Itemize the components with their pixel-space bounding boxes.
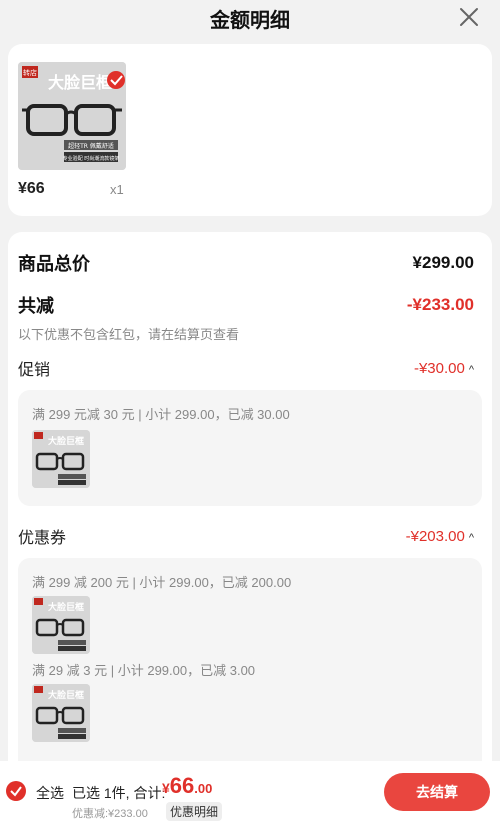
coupon-product-thumb: 大脸巨框 xyxy=(32,684,90,742)
select-all-label[interactable]: 全选 xyxy=(36,783,64,803)
discount-row: 共减 -¥233.00 xyxy=(18,292,474,318)
total-amount: ¥66.00 xyxy=(162,773,212,799)
bottom-bar: 全选 已选 1件, 合计: ¥66.00 优惠减:¥233.00 优惠明细 去结… xyxy=(0,761,500,825)
check-icon xyxy=(10,786,22,797)
total-yen: ¥ xyxy=(162,780,170,796)
svg-text:大脸巨框: 大脸巨框 xyxy=(48,435,84,447)
product-qty: x1 xyxy=(110,182,124,197)
svg-text:大脸巨框: 大脸巨框 xyxy=(48,601,84,613)
product-tag-2: 专业验配 时尚潮流款镜架 xyxy=(63,155,120,162)
total-value: ¥299.00 xyxy=(412,253,474,272)
total-label: 商品总价 xyxy=(18,254,90,274)
page-title: 金额明细 xyxy=(210,10,290,32)
promotion-label: 促销 xyxy=(18,362,51,379)
discount-label: 共减 xyxy=(18,296,54,316)
coupon-detail: 满 299 减 200 元 | 小计 299.00，已减 200.00 大脸巨框… xyxy=(18,558,482,788)
product-banner: 大脸巨框 xyxy=(48,73,112,92)
coupon-row[interactable]: 优惠券 -¥203.00 ^ xyxy=(18,524,474,548)
selected-count: 已选 1件, 合计: xyxy=(72,785,166,801)
discount-note: 以下优惠不包含红包，请在结算页查看 xyxy=(18,327,240,342)
header: 金额明细 xyxy=(0,0,500,36)
promotion-product-thumb: 大脸巨框 xyxy=(32,430,90,488)
product-tag-1: 超轻TR 佩戴舒适 xyxy=(68,142,114,150)
promotion-rule: 满 299 元减 30 元 | 小计 299.00，已减 30.00 xyxy=(32,407,290,422)
product-image[interactable]: 转店 大脸巨框 超轻TR 佩戴舒适 专业验配 时尚潮流款镜架 xyxy=(18,62,126,170)
product-price: ¥66 xyxy=(18,180,45,197)
total-row: 商品总价 ¥299.00 xyxy=(18,250,474,276)
coupon-value: -¥203.00 xyxy=(405,527,465,545)
saved-amount: 优惠减:¥233.00 xyxy=(72,808,148,820)
total-dec: .00 xyxy=(194,781,213,796)
promotion-row[interactable]: 促销 -¥30.00 ^ xyxy=(18,356,474,380)
checkout-button[interactable]: 去结算 xyxy=(384,773,490,811)
coupon-label: 优惠券 xyxy=(18,530,67,547)
coupon-rule-2: 满 29 减 3 元 | 小计 299.00，已减 3.00 xyxy=(32,663,256,678)
coupon-rule-1: 满 299 减 200 元 | 小计 299.00，已减 200.00 xyxy=(32,575,292,590)
discount-value: -¥233.00 xyxy=(406,295,474,314)
product-card: 转店 大脸巨框 超轻TR 佩戴舒适 专业验配 时尚潮流款镜架 ¥66 x1 xyxy=(8,44,492,216)
svg-text:大脸巨框: 大脸巨框 xyxy=(48,689,84,701)
close-icon[interactable] xyxy=(458,6,480,28)
chevron-up-icon[interactable]: ^ xyxy=(469,532,474,544)
promotion-detail: 满 299 元减 30 元 | 小计 299.00，已减 30.00 大脸巨框 xyxy=(18,390,482,506)
discount-detail-button[interactable]: 优惠明细 xyxy=(166,802,223,821)
select-all-checkbox[interactable] xyxy=(6,781,26,801)
promotion-value: -¥30.00 xyxy=(413,359,465,377)
product-badge: 转店 xyxy=(23,68,37,77)
chevron-up-icon[interactable]: ^ xyxy=(469,364,474,376)
breakdown-card: 商品总价 ¥299.00 共减 -¥233.00 以下优惠不包含红包，请在结算页… xyxy=(8,232,492,792)
coupon-product-thumb: 大脸巨框 xyxy=(32,596,90,654)
total-int: 66 xyxy=(169,773,195,798)
